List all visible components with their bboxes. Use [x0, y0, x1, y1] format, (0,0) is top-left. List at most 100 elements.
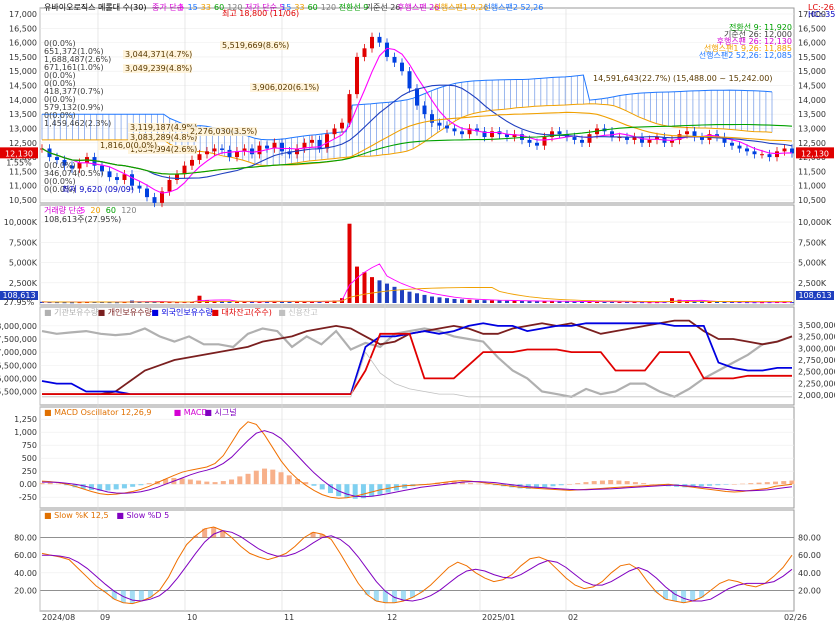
y-tick-label-right: 14,500	[798, 82, 826, 91]
candle-body	[310, 139, 314, 143]
y-tick-label: 16,000	[9, 39, 37, 48]
x-tick-label: 09	[100, 613, 110, 622]
volume-bar	[355, 266, 359, 303]
price-badge-value: 12,130	[5, 149, 33, 158]
volume-bar	[347, 223, 352, 303]
volume-panel[interactable]	[39, 204, 795, 306]
candle-body	[580, 139, 584, 143]
price-legend-item: 60	[308, 3, 318, 12]
y-tick-label-right: 14,000	[798, 96, 826, 105]
y-tick-label-right: 7,500K	[798, 238, 827, 247]
candle-body	[437, 122, 442, 126]
candle-body	[370, 36, 374, 49]
candle-body	[197, 154, 202, 160]
y-tick-label: 17,000,000	[0, 348, 37, 357]
y-tick-label-right: 2,500,000	[798, 368, 835, 377]
y-tick-label-right: 3,250,000	[798, 333, 835, 342]
candle-body	[745, 148, 749, 152]
candle-body	[557, 131, 562, 135]
price-legend-item: 기준선 26	[366, 3, 401, 12]
candle-body	[542, 137, 547, 146]
candle-body	[730, 142, 734, 146]
macd-oscillator-bar	[138, 484, 144, 486]
candle-body	[212, 148, 217, 152]
y-tick-label-right: 2,250,000	[798, 379, 835, 388]
macd-oscillator-bar	[707, 484, 713, 486]
macd-oscillator-bar	[781, 481, 787, 485]
volume-bar	[482, 300, 487, 303]
candle-body	[257, 145, 262, 155]
y-tick-label-right: 11,500	[798, 167, 826, 176]
y-tick-label: 10,500	[9, 196, 37, 205]
y-tick-label-right: 2,500K	[798, 279, 827, 288]
y-tick-label-right: 10,500	[798, 196, 826, 205]
macd-oscillator-bar	[624, 481, 630, 485]
macd-oscillator-bar	[278, 472, 284, 485]
candle-body	[167, 179, 172, 192]
volume-bar	[527, 301, 532, 303]
price-legend-item: 15	[188, 3, 198, 12]
macd-oscillator-bar	[270, 469, 276, 485]
macd-oscillator-bar	[146, 483, 152, 485]
macd-oscillator-bar	[575, 483, 581, 485]
volume-bar	[520, 300, 524, 303]
y-tick-label: 80.00	[14, 534, 37, 543]
investor-legend-item: ■ 기관보유수량	[44, 307, 99, 317]
y-tick-label: 2,500K	[9, 279, 38, 288]
y-tick-label: 15,500,000	[0, 388, 37, 397]
x-tick-label: 02/26	[784, 613, 807, 622]
macd-oscillator-bar	[583, 482, 589, 485]
y-tick-label: 15,500	[9, 53, 37, 62]
macd-oscillator-bar	[632, 482, 638, 485]
macd-oscillator-bar	[262, 468, 268, 485]
investor-legend-item: ■ 개인보유수량	[98, 307, 153, 317]
volume-bar	[475, 299, 479, 303]
macd-oscillator-bar	[468, 483, 474, 485]
annotation-label: 5,519,669(8.6%)	[222, 41, 289, 50]
macd-oscillator-bar	[229, 479, 235, 485]
candle-body	[122, 174, 127, 180]
y-tick-label: 14,000	[9, 96, 37, 105]
y-tick-label: 15,000	[9, 67, 37, 76]
volume-bar	[512, 300, 517, 303]
y-tick-label-right: 3,500,000	[798, 321, 835, 330]
macd-legend-item: ■ MACD	[174, 408, 208, 417]
macd-panel[interactable]	[39, 406, 795, 509]
volume-bar	[407, 291, 412, 303]
y-tick-label-right: 2,750,000	[798, 356, 835, 365]
volume-bar	[490, 300, 494, 303]
y-tick-label: 11,500	[9, 167, 37, 176]
x-tick-label: 10	[187, 613, 197, 622]
candle-body	[392, 56, 397, 63]
y-tick-label: 5,000K	[9, 259, 38, 268]
candle-body	[340, 122, 344, 129]
y-tick-label-right: 13,000	[798, 124, 826, 133]
candle-body	[137, 185, 142, 189]
macd-oscillator-bar	[245, 473, 251, 485]
price-badge-value-right: 12,130	[801, 149, 829, 158]
current-range-label: 14,591,643(22.7%) (15,488.00 ~ 15,242.00…	[593, 74, 772, 83]
y-tick-label: 750	[22, 441, 37, 450]
candle-body	[782, 148, 787, 152]
candle-body	[227, 149, 232, 158]
y-tick-label: 18,000,000	[0, 322, 37, 331]
y-tick-label: 14,500	[9, 82, 37, 91]
volume-legend-item: 거래량 단순	[44, 205, 83, 215]
y-tick-label: 10,000K	[4, 218, 38, 227]
candle-body	[77, 162, 82, 169]
candle-body	[572, 137, 577, 140]
volume-legend-item: 120	[121, 206, 136, 215]
macd-oscillator-bar	[698, 484, 704, 487]
y-tick-label: -250	[19, 493, 37, 502]
volume-bar	[415, 293, 419, 303]
y-tick-label: 16,000,000	[0, 374, 37, 383]
volume-legend-item: 60	[106, 206, 116, 215]
macd-oscillator-bar	[591, 481, 597, 485]
macd-oscillator-bar	[130, 484, 136, 487]
candle-body	[355, 56, 359, 95]
macd-legend-item: ■ MACD Oscillator 12,26,9	[44, 408, 151, 417]
x-tick-label: 2024/08	[42, 613, 75, 622]
candle-body	[460, 131, 464, 135]
price-legend-item: 선행스팬2 52,26	[483, 2, 543, 12]
ichimoku-value: 선행스팬2 52,26: 12,085	[699, 50, 792, 60]
